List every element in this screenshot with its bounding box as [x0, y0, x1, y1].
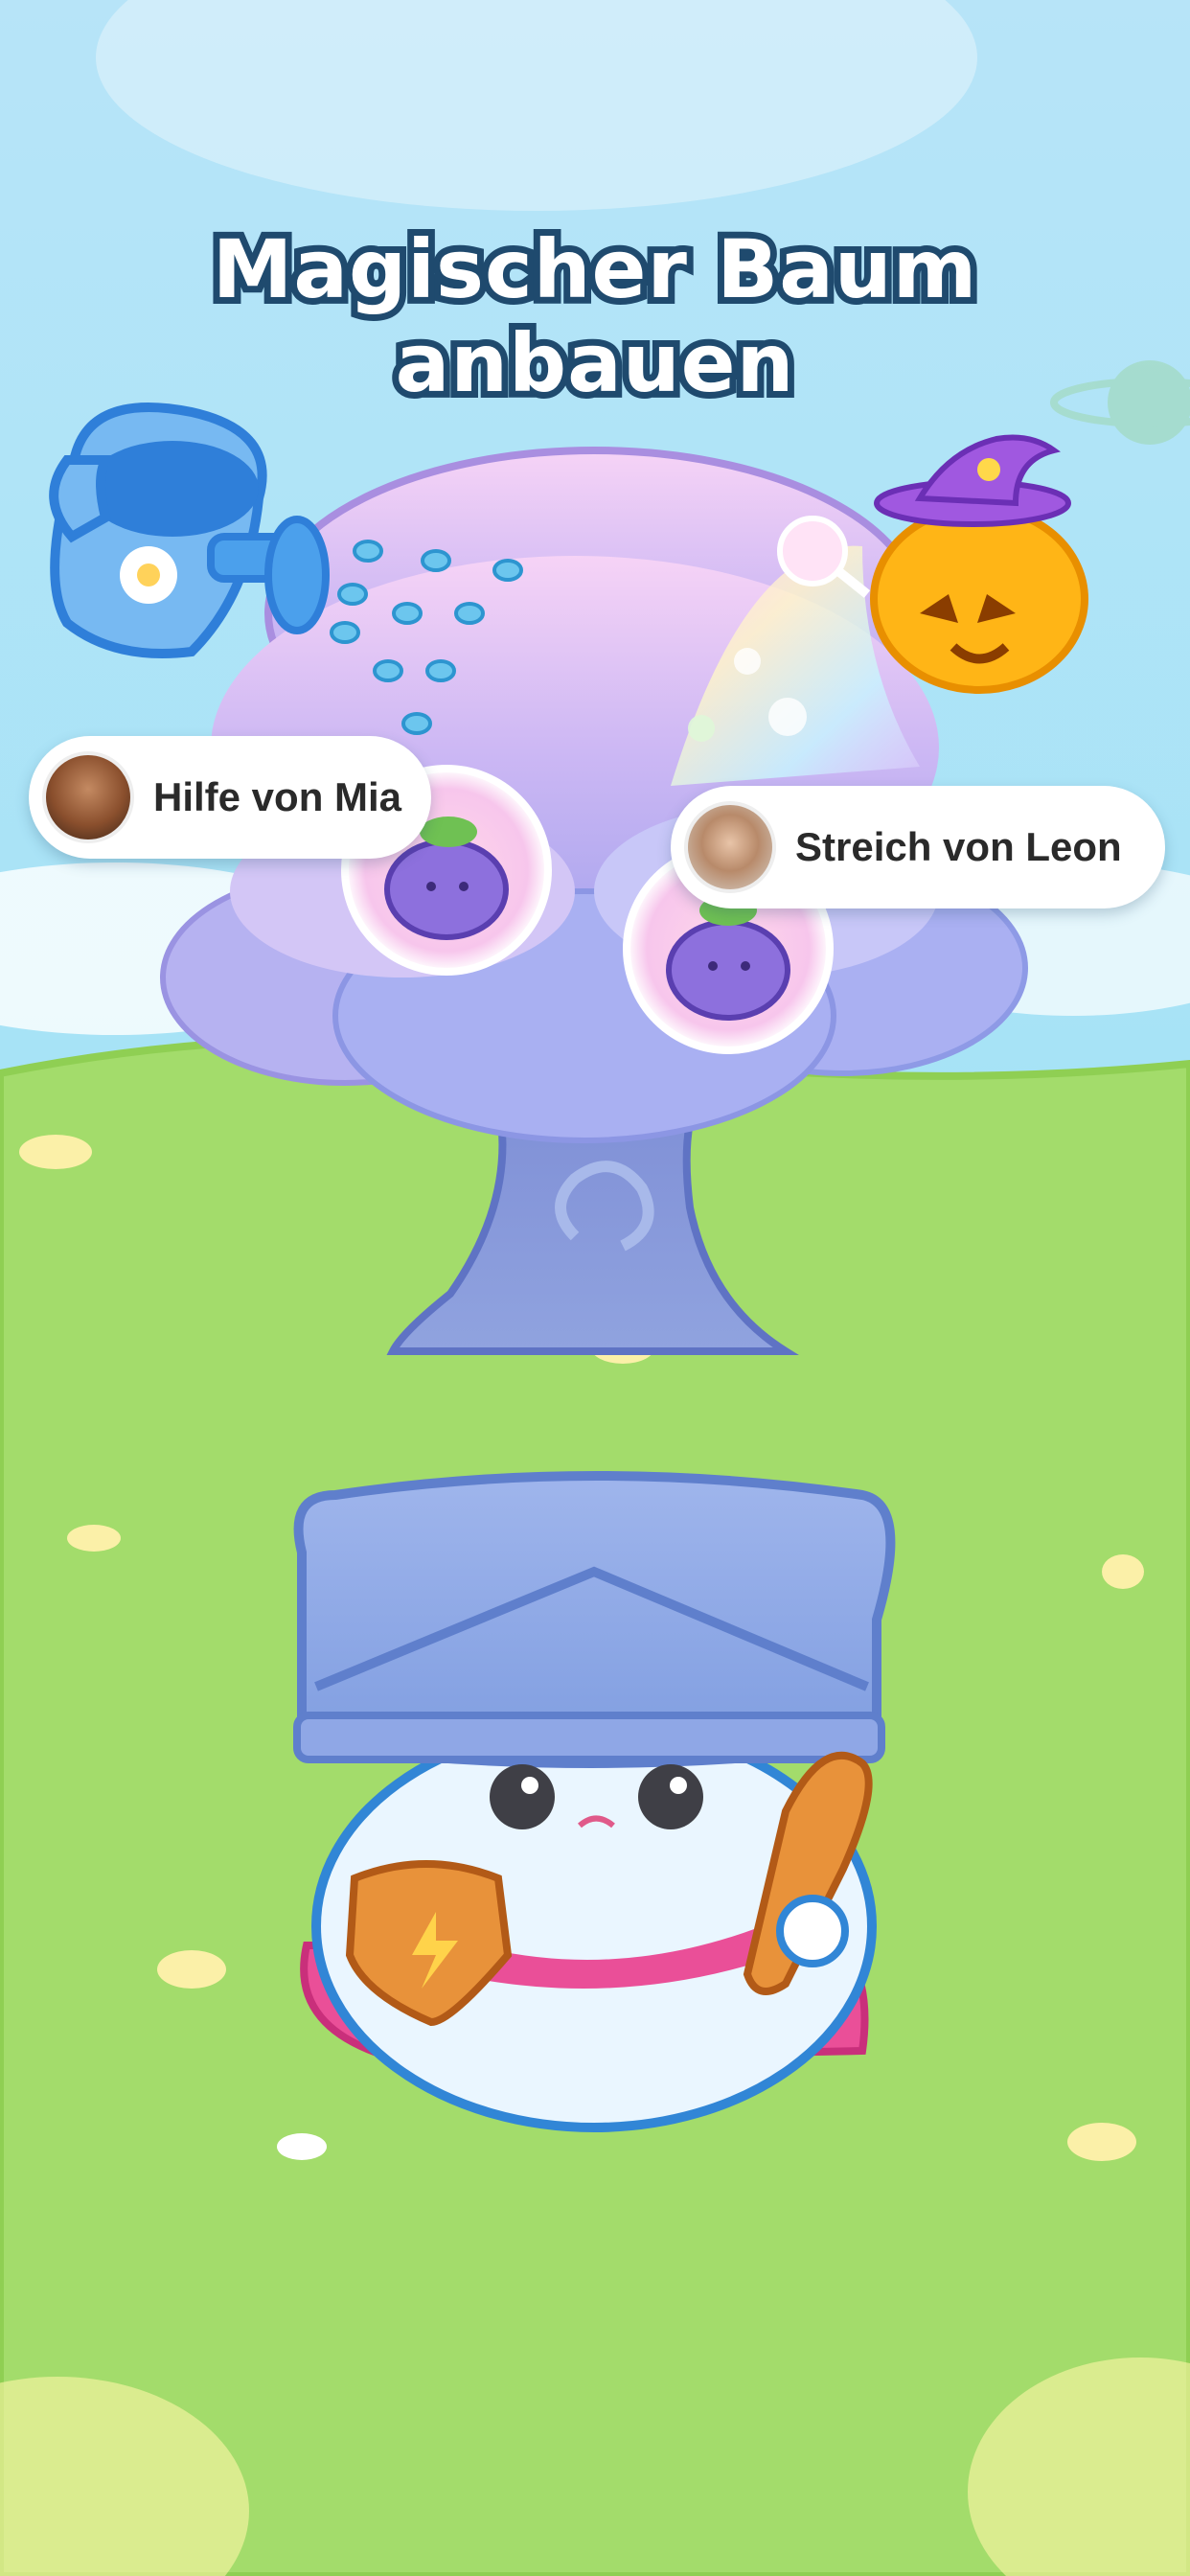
ground-flower [157, 1950, 226, 1989]
ground-flower [67, 1525, 121, 1552]
prank-notification-leon[interactable]: Streich von Leon [671, 786, 1165, 908]
ground-flower [1067, 2123, 1136, 2161]
skull-icon [734, 648, 761, 675]
ground-flower [1102, 1554, 1144, 1589]
skull-icon [688, 715, 715, 742]
avatar [42, 751, 134, 843]
prank-label: Streich von Leon [795, 824, 1122, 869]
page-title: Magischer Baum anbauen [206, 216, 983, 417]
skull-icon [768, 698, 807, 736]
ground-flower [19, 1135, 92, 1169]
helper-notification-mia[interactable]: Hilfe von Mia [29, 736, 431, 859]
avatar [684, 801, 776, 893]
knight-mascot-icon[interactable] [293, 1471, 896, 2132]
ground-flower [277, 2133, 327, 2160]
helper-label: Hilfe von Mia [153, 774, 402, 819]
